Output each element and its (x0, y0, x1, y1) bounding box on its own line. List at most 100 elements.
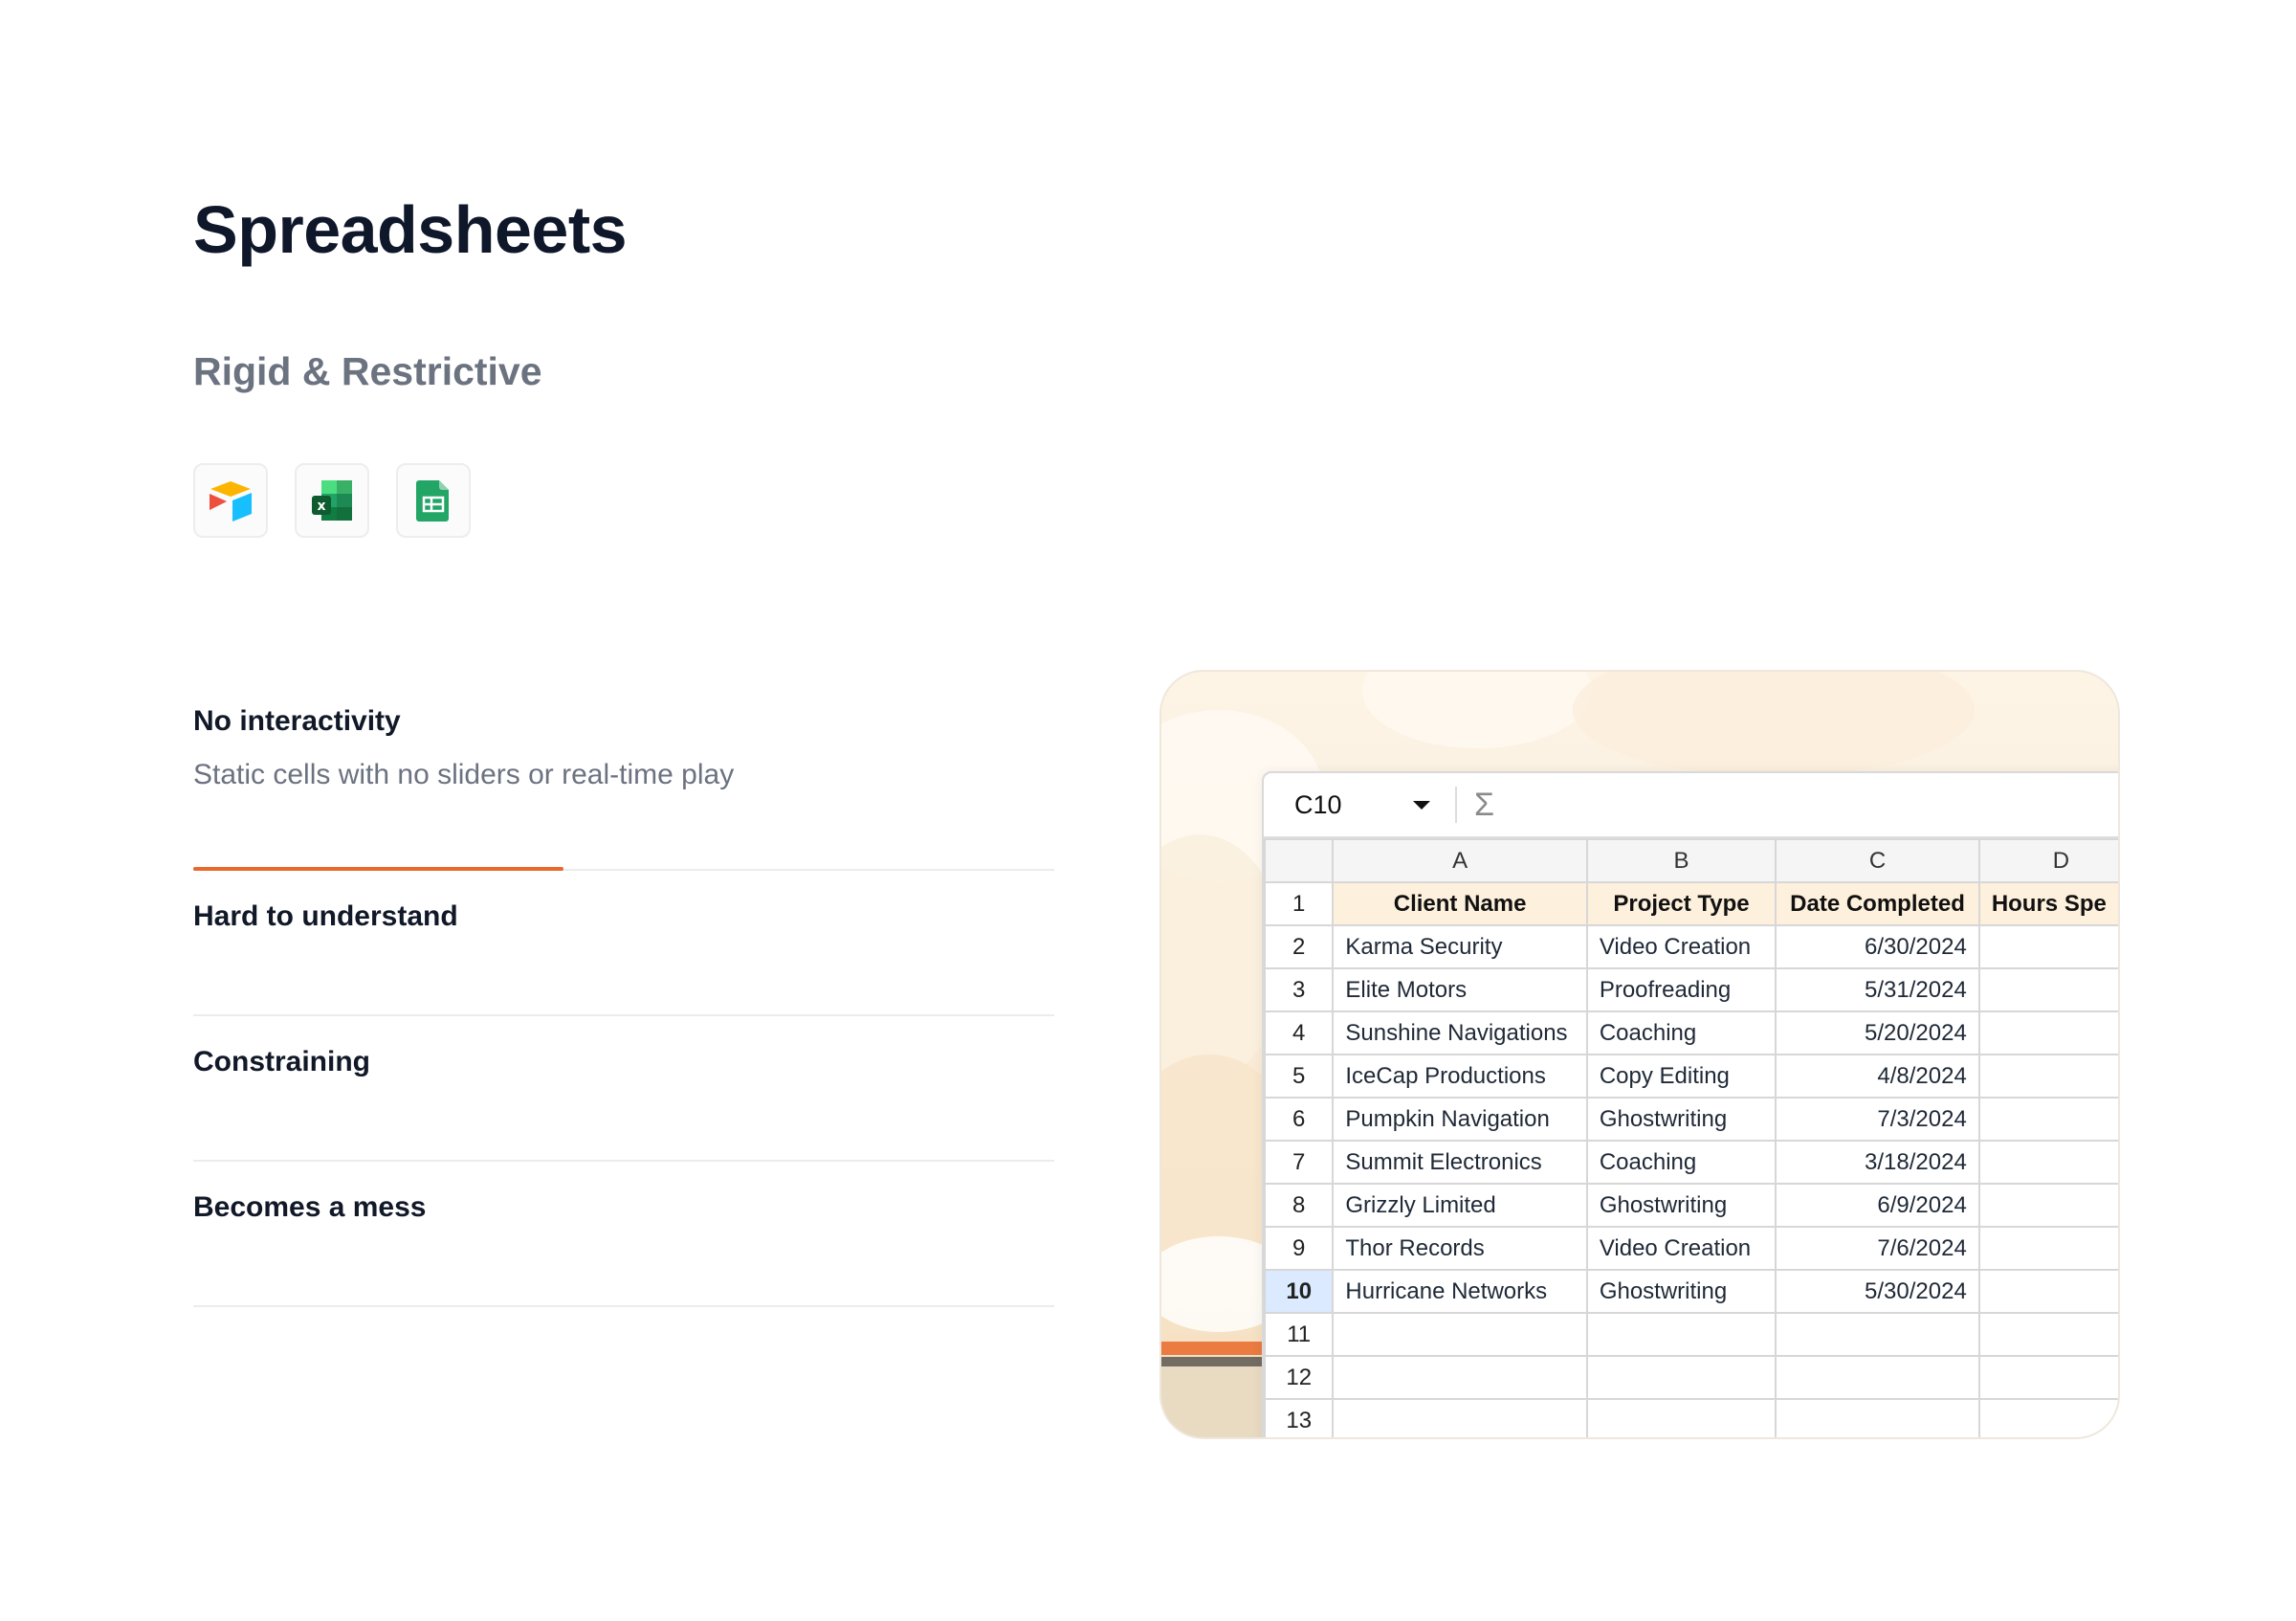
cell[interactable] (1977, 1183, 2118, 1228)
row-number[interactable]: 1 (1264, 881, 1335, 926)
google-sheets-icon (416, 480, 449, 522)
cell[interactable]: 5/31/2024 (1775, 967, 1980, 1012)
cell[interactable] (1977, 1269, 2118, 1314)
feature-constraining[interactable]: Constraining (193, 1016, 1054, 1162)
row-number[interactable]: 9 (1264, 1226, 1335, 1271)
cell[interactable] (1332, 1355, 1588, 1400)
cell[interactable]: 7/3/2024 (1775, 1097, 1980, 1142)
cell[interactable] (1977, 967, 2118, 1012)
row-number[interactable]: 4 (1264, 1010, 1335, 1055)
cell[interactable]: Coaching (1585, 1010, 1777, 1055)
feature-title: Constraining (193, 1046, 370, 1077)
row-number[interactable]: 11 (1264, 1312, 1335, 1357)
name-box[interactable]: C10 (1264, 773, 1455, 836)
table-row: 9 Thor Records Video Creation 7/6/2024 (1264, 1226, 2118, 1271)
row-number[interactable]: 13 (1264, 1398, 1335, 1437)
row-number[interactable]: 8 (1264, 1183, 1335, 1228)
sigma-icon[interactable]: Σ (1474, 787, 1494, 824)
column-header-a[interactable]: A (1332, 838, 1588, 883)
cell[interactable]: Ghostwriting (1585, 1269, 1777, 1314)
table-header-row: 1 Client Name Project Type Date Complete… (1264, 881, 2118, 926)
feature-description: Static cells with no sliders or real-tim… (193, 759, 735, 790)
row-number[interactable]: 2 (1264, 924, 1335, 969)
cell[interactable]: Sunshine Navigations (1332, 1010, 1588, 1055)
row-number[interactable]: 12 (1264, 1355, 1335, 1400)
feature-title: No interactivity (193, 705, 401, 737)
cell[interactable] (1775, 1355, 1980, 1400)
chevron-down-icon[interactable] (1413, 800, 1430, 810)
feature-hard-to-understand[interactable]: Hard to understand (193, 871, 1054, 1016)
row-number[interactable]: 5 (1264, 1054, 1335, 1099)
table-row: 11 (1264, 1312, 2118, 1357)
row-number[interactable]: 7 (1264, 1140, 1335, 1185)
cell[interactable] (1977, 1054, 2118, 1099)
table-row: 3 Elite Motors Proofreading 5/31/2024 (1264, 967, 2118, 1012)
table-row: 10 Hurricane Networks Ghostwriting 5/30/202… (1264, 1269, 2118, 1314)
cell[interactable]: Copy Editing (1585, 1054, 1777, 1099)
cell[interactable] (1977, 1226, 2118, 1271)
cell[interactable] (1977, 924, 2118, 969)
select-all-corner[interactable] (1264, 838, 1335, 883)
cell[interactable]: Proofreading (1585, 967, 1777, 1012)
cell[interactable]: Hurricane Networks (1332, 1269, 1588, 1314)
header-cell[interactable]: Project Type (1585, 881, 1777, 926)
cell[interactable] (1977, 1398, 2118, 1437)
cell[interactable]: Ghostwriting (1585, 1183, 1777, 1228)
row-number[interactable]: 6 (1264, 1097, 1335, 1142)
cell[interactable] (1775, 1398, 1980, 1437)
feature-title: Hard to understand (193, 900, 458, 932)
feature-becomes-a-mess[interactable]: Becomes a mess (193, 1162, 1054, 1307)
cell[interactable] (1332, 1312, 1588, 1357)
spreadsheet-window: C10 Σ A B C D 1 Client Name Project Type… (1262, 771, 2118, 1437)
header-cell[interactable]: Hours Spe (1977, 881, 2118, 926)
cell[interactable] (1977, 1010, 2118, 1055)
column-header-b[interactable]: B (1585, 838, 1777, 883)
table-row: 7 Summit Electronics Coaching 3/18/2024 (1264, 1140, 2118, 1185)
column-header-c[interactable]: C (1775, 838, 1980, 883)
cell-reference: C10 (1294, 789, 1342, 819)
airtable-icon (210, 481, 252, 522)
cell[interactable]: Video Creation (1585, 1226, 1777, 1271)
airtable-tile (193, 463, 268, 538)
cell[interactable]: IceCap Productions (1332, 1054, 1588, 1099)
cell[interactable]: 5/30/2024 (1775, 1269, 1980, 1314)
cell[interactable]: Video Creation (1585, 924, 1777, 969)
cell[interactable]: Pumpkin Navigation (1332, 1097, 1588, 1142)
cell[interactable] (1585, 1398, 1777, 1437)
cell[interactable]: 4/8/2024 (1775, 1054, 1980, 1099)
column-header-d[interactable]: D (1977, 838, 2118, 883)
cell[interactable]: Thor Records (1332, 1226, 1588, 1271)
row-number[interactable]: 10 (1264, 1269, 1335, 1314)
cell[interactable]: 5/20/2024 (1775, 1010, 1980, 1055)
cell[interactable]: Elite Motors (1332, 967, 1588, 1012)
cell[interactable] (1977, 1355, 2118, 1400)
row-number[interactable]: 3 (1264, 967, 1335, 1012)
cell[interactable]: 6/9/2024 (1775, 1183, 1980, 1228)
cell[interactable] (1332, 1398, 1588, 1437)
cell[interactable]: 3/18/2024 (1775, 1140, 1980, 1185)
cell[interactable] (1585, 1355, 1777, 1400)
spreadsheet-preview-card: C10 Σ A B C D 1 Client Name Project Type… (1159, 670, 2120, 1439)
cell[interactable]: Karma Security (1332, 924, 1588, 969)
header-cell[interactable]: Date Completed (1775, 881, 1980, 926)
cell[interactable]: Summit Electronics (1332, 1140, 1588, 1185)
cell[interactable] (1977, 1312, 2118, 1357)
cell[interactable] (1977, 1097, 2118, 1142)
cell[interactable]: 6/30/2024 (1775, 924, 1980, 969)
feature-no-interactivity[interactable]: No interactivity Static cells with no sl… (193, 689, 1054, 871)
table-row: 2 Karma Security Video Creation 6/30/2024 (1264, 924, 2118, 969)
header-cell[interactable]: Client Name (1332, 881, 1588, 926)
cell[interactable] (1775, 1312, 1980, 1357)
app-icons: x (193, 463, 471, 538)
excel-tile: x (295, 463, 369, 538)
table-row: 8 Grizzly Limited Ghostwriting 6/9/2024 (1264, 1183, 2118, 1228)
sheet-body: 2 Karma Security Video Creation 6/30/2024 3 E… (1264, 924, 2118, 1437)
cell[interactable] (1585, 1312, 1777, 1357)
cell[interactable] (1977, 1140, 2118, 1185)
feature-title: Becomes a mess (193, 1191, 427, 1223)
cell[interactable]: Grizzly Limited (1332, 1183, 1588, 1228)
cell[interactable]: Ghostwriting (1585, 1097, 1777, 1142)
cell[interactable]: 7/6/2024 (1775, 1226, 1980, 1271)
page-title: Spreadsheets (193, 192, 628, 267)
cell[interactable]: Coaching (1585, 1140, 1777, 1185)
